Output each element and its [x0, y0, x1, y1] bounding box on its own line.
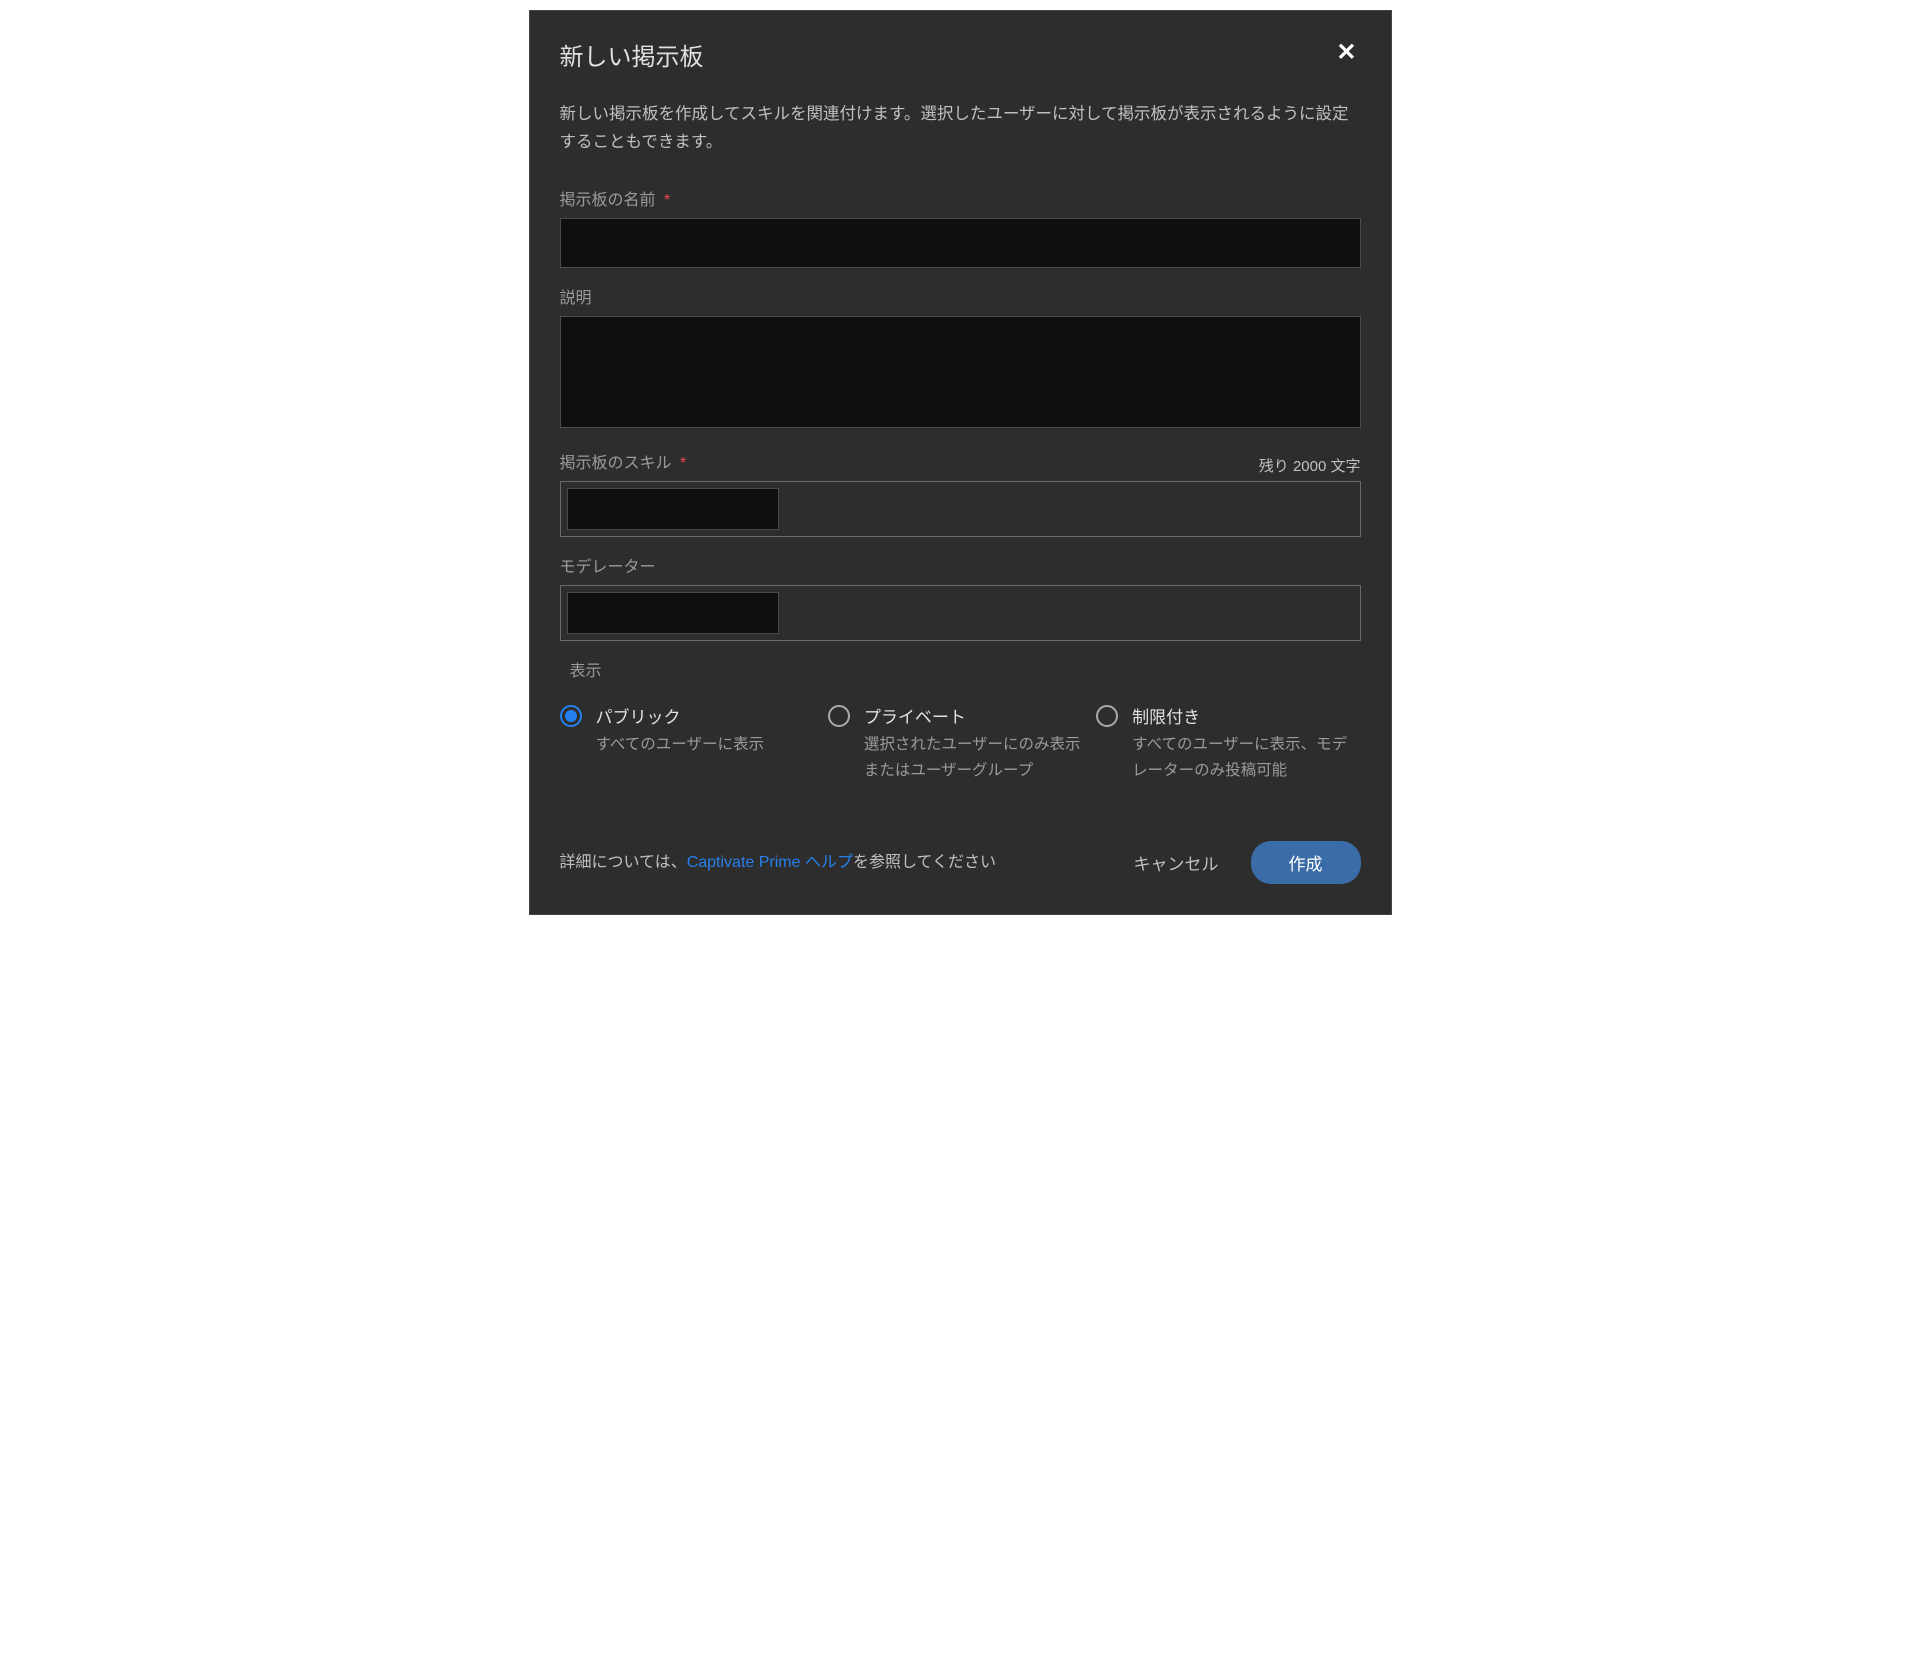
- moderators-input[interactable]: [560, 585, 1361, 641]
- required-asterisk-icon: *: [664, 192, 670, 209]
- visibility-label: 表示: [560, 657, 1361, 681]
- moderators-tag-field[interactable]: [567, 592, 779, 634]
- radio-text-wrap: パブリック すべてのユーザーに表示: [596, 703, 814, 758]
- description-group: 説明: [560, 284, 1361, 433]
- modal-header: 新しい掲示板 ✕: [530, 11, 1391, 72]
- modal-body: 新しい掲示板を作成してスキルを関連付けます。選択したユーザーに対して掲示板が表示…: [530, 72, 1391, 914]
- radio-desc: すべてのユーザーに表示、モデレーターのみ投稿可能: [1132, 732, 1350, 783]
- radio-icon[interactable]: [828, 705, 850, 727]
- board-name-label-text: 掲示板の名前: [560, 192, 656, 209]
- moderators-label: モデレーター: [560, 553, 1361, 577]
- modal-footer: 詳細については、Captivate Prime ヘルプを参照してください キャン…: [560, 841, 1361, 884]
- visibility-section: 表示 パブリック すべてのユーザーに表示 プライベート 選択されたユーザー: [560, 657, 1361, 783]
- create-button[interactable]: 作成: [1251, 841, 1361, 884]
- help-suffix: を参照してください: [853, 854, 996, 871]
- board-skills-label-text: 掲示板のスキル: [560, 455, 672, 472]
- footer-help-text: 詳細については、Captivate Prime ヘルプを参照してください: [560, 849, 1114, 876]
- visibility-radio-group: パブリック すべてのユーザーに表示 プライベート 選択されたユーザーにのみ表示ま…: [560, 703, 1361, 783]
- footer-actions: キャンセル 作成: [1134, 841, 1361, 884]
- close-icon[interactable]: ✕: [1332, 37, 1360, 69]
- radio-icon[interactable]: [560, 705, 582, 727]
- visibility-option-restricted[interactable]: 制限付き すべてのユーザーに表示、モデレーターのみ投稿可能: [1096, 703, 1360, 783]
- board-name-label: 掲示板の名前 *: [560, 186, 1361, 210]
- modal-description: 新しい掲示板を作成してスキルを関連付けます。選択したユーザーに対して掲示板が表示…: [560, 100, 1361, 156]
- modal-title: 新しい掲示板: [560, 37, 704, 72]
- description-textarea[interactable]: [560, 316, 1361, 428]
- board-skills-group: 残り 2000 文字 掲示板のスキル *: [560, 449, 1361, 537]
- visibility-option-public[interactable]: パブリック すべてのユーザーに表示: [560, 703, 824, 783]
- description-label: 説明: [560, 284, 1361, 308]
- radio-text-wrap: 制限付き すべてのユーザーに表示、モデレーターのみ投稿可能: [1132, 703, 1350, 783]
- visibility-option-private[interactable]: プライベート 選択されたユーザーにのみ表示またはユーザーグループ: [828, 703, 1092, 783]
- radio-icon[interactable]: [1096, 705, 1118, 727]
- board-skills-input[interactable]: [560, 481, 1361, 537]
- radio-dot-icon: [565, 710, 577, 722]
- moderators-group: モデレーター: [560, 553, 1361, 641]
- new-board-modal: 新しい掲示板 ✕ 新しい掲示板を作成してスキルを関連付けます。選択したユーザーに…: [529, 10, 1392, 915]
- board-skills-tag-field[interactable]: [567, 488, 779, 530]
- radio-title: プライベート: [864, 703, 1082, 728]
- board-skills-label: 掲示板のスキル *: [560, 449, 687, 473]
- radio-desc: 選択されたユーザーにのみ表示またはユーザーグループ: [864, 732, 1082, 783]
- radio-desc: すべてのユーザーに表示: [596, 732, 814, 758]
- board-name-group: 掲示板の名前 *: [560, 186, 1361, 268]
- char-remaining: 残り 2000 文字: [1259, 455, 1361, 476]
- help-prefix: 詳細については、: [560, 854, 687, 871]
- cancel-button[interactable]: キャンセル: [1134, 850, 1219, 875]
- required-asterisk-icon: *: [680, 455, 686, 472]
- radio-title: パブリック: [596, 703, 814, 728]
- radio-text-wrap: プライベート 選択されたユーザーにのみ表示またはユーザーグループ: [864, 703, 1082, 783]
- radio-title: 制限付き: [1132, 703, 1350, 728]
- help-link[interactable]: Captivate Prime ヘルプ: [687, 854, 853, 871]
- board-name-input[interactable]: [560, 218, 1361, 268]
